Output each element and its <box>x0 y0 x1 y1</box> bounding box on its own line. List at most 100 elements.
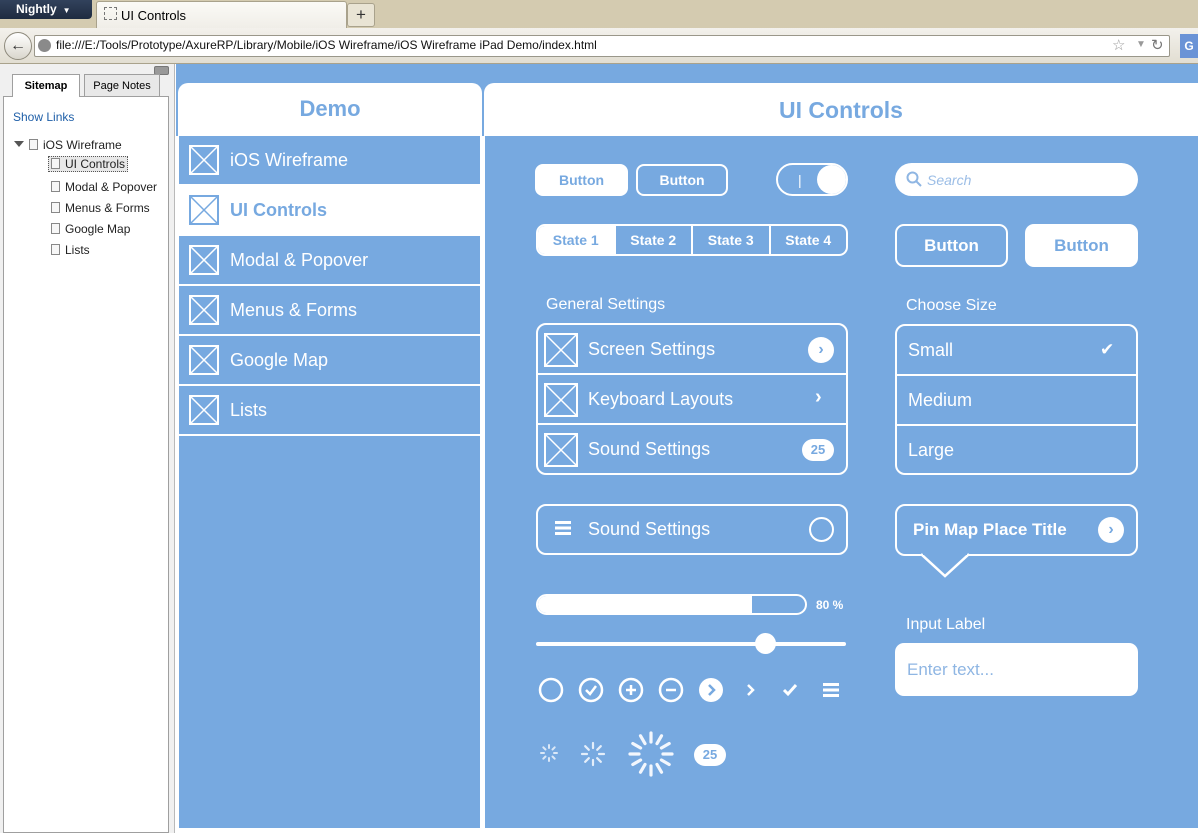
size-option-small[interactable]: Small ✔ <box>897 326 1136 376</box>
button-outline[interactable]: Button <box>636 164 728 196</box>
image-placeholder-icon <box>544 383 578 417</box>
new-tab-button[interactable]: + <box>347 3 375 27</box>
image-placeholder-icon <box>189 245 219 275</box>
tab-title: UI Controls <box>121 8 187 23</box>
general-settings-group: Screen Settings › Keyboard Layouts › Sou… <box>536 323 848 475</box>
callout-pointer <box>921 552 969 578</box>
search-placeholder: Search <box>927 172 972 188</box>
tree-label: Modal & Popover <box>65 180 158 194</box>
tab-sitemap[interactable]: Sitemap <box>12 74 80 97</box>
image-placeholder-icon <box>189 395 219 425</box>
url-text[interactable]: file:///E:/Tools/Prototype/AxureRP/Libra… <box>56 38 597 52</box>
segment-state-3[interactable]: State 3 <box>691 226 769 254</box>
slider-thumb[interactable] <box>754 633 776 654</box>
row-screen-settings[interactable]: Screen Settings › <box>538 325 846 375</box>
tree-item-ui-controls[interactable]: UI Controls <box>48 156 129 172</box>
checkmark-icon[interactable] <box>778 677 804 703</box>
circle-chevron-right-icon[interactable] <box>698 677 724 703</box>
row-sound-settings[interactable]: Sound Settings 25 <box>538 425 846 473</box>
reload-icon[interactable]: ↻ <box>1151 36 1164 54</box>
page-icon <box>104 7 117 20</box>
row-sound-settings-2[interactable]: Sound Settings <box>538 506 846 553</box>
large-button-outline[interactable]: Button <box>895 224 1008 267</box>
size-option-large[interactable]: Large <box>897 426 1136 473</box>
back-arrow-icon: ← <box>10 37 26 54</box>
row-keyboard-layouts[interactable]: Keyboard Layouts › <box>538 375 846 425</box>
chevron-right-icon[interactable] <box>738 677 764 703</box>
nav-item-ios-wireframe[interactable]: iOS Wireframe <box>179 136 480 186</box>
checkmark-icon: ✔ <box>1100 340 1115 359</box>
pin-disclosure-button-icon[interactable]: › <box>1098 517 1124 543</box>
list-menu-icon[interactable] <box>818 677 844 703</box>
page-doc-icon <box>51 158 60 169</box>
circle-check-icon[interactable] <box>578 677 604 703</box>
count-badge: 25 <box>802 439 834 461</box>
tree-label: iOS Wireframe <box>43 138 122 152</box>
nightly-menu-button[interactable]: Nightly ▼ <box>0 0 92 19</box>
general-settings-label: General Settings <box>546 296 666 313</box>
tree-item-modal-popover[interactable]: Modal & Popover <box>51 180 157 194</box>
nav-item-menus-forms[interactable]: Menus & Forms <box>179 286 480 336</box>
tab-page-notes[interactable]: Page Notes <box>84 74 160 97</box>
globe-icon <box>38 39 51 52</box>
dropdown-arrow-icon: ▼ <box>62 6 71 15</box>
google-search-icon[interactable]: G <box>1180 34 1198 58</box>
page-doc-icon <box>51 202 60 213</box>
bottom-border <box>176 828 1198 833</box>
segment-state-1[interactable]: State 1 <box>538 226 614 254</box>
back-button[interactable]: ← <box>4 32 32 60</box>
progress-text: 80 % <box>816 598 844 612</box>
tree-label: UI Controls <box>65 157 126 171</box>
slider-track[interactable] <box>536 642 846 646</box>
bookmark-star-icon[interactable]: ☆ <box>1112 36 1125 54</box>
tree-label: Google Map <box>65 222 131 236</box>
page-doc-icon <box>29 139 38 150</box>
nav-item-google-map[interactable]: Google Map <box>179 336 480 386</box>
large-button-filled[interactable]: Button <box>1025 224 1138 267</box>
tree-item-lists[interactable]: Lists <box>51 243 90 257</box>
segment-state-4[interactable]: State 4 <box>768 226 847 254</box>
circle-empty-icon[interactable] <box>538 677 564 703</box>
segment-state-2[interactable]: State 2 <box>613 226 692 254</box>
disclosure-button-icon[interactable]: › <box>808 337 834 363</box>
page-doc-icon <box>51 223 60 234</box>
nav-item-modal-popover[interactable]: Modal & Popover <box>179 236 480 286</box>
input-placeholder: Enter text... <box>907 660 994 679</box>
tree-item-ios-wireframe[interactable]: iOS Wireframe <box>29 138 122 152</box>
browser-tab[interactable]: UI Controls <box>96 1 347 28</box>
image-placeholder-icon <box>189 345 219 375</box>
segmented-control[interactable]: State 1 State 2 State 3 State 4 <box>536 224 848 256</box>
list-menu-icon <box>555 521 571 535</box>
choose-size-label: Choose Size <box>906 297 997 314</box>
circle-plus-icon[interactable] <box>618 677 644 703</box>
history-dropdown-icon[interactable]: ▼ <box>1136 39 1146 50</box>
size-label: Small <box>908 340 954 360</box>
spinner-small-icon <box>540 744 558 762</box>
tree-label: Menus & Forms <box>65 201 150 215</box>
spinner-medium-icon <box>580 741 606 767</box>
image-placeholder-icon <box>189 195 219 225</box>
pin-title: Pin Map Place Title <box>913 520 1067 539</box>
row-label: Sound Settings <box>588 439 711 459</box>
circle-minus-icon[interactable] <box>658 677 684 703</box>
input-label: Input Label <box>906 616 986 633</box>
progress-fill <box>538 596 752 613</box>
nav-label: Modal & Popover <box>230 250 369 270</box>
image-placeholder-icon <box>189 145 219 175</box>
radio-circle-icon[interactable] <box>809 517 834 542</box>
page-doc-icon <box>51 181 60 192</box>
search-icon <box>906 171 922 187</box>
nav-item-lists[interactable]: Lists <box>179 386 480 436</box>
toggle-on-mark: | <box>798 172 802 188</box>
size-option-medium[interactable]: Medium <box>897 376 1136 426</box>
expand-triangle-icon[interactable] <box>14 141 24 147</box>
sound-settings-row-group[interactable]: Sound Settings <box>536 504 848 555</box>
button-filled[interactable]: Button <box>535 164 628 196</box>
nav-label: Lists <box>230 400 268 420</box>
nav-item-ui-controls[interactable]: UI Controls <box>179 186 480 236</box>
show-links-link[interactable]: Show Links <box>13 110 74 124</box>
image-placeholder-icon <box>544 433 578 467</box>
tree-item-google-map[interactable]: Google Map <box>51 222 130 236</box>
toggle-knob[interactable] <box>817 165 846 194</box>
tree-item-menus-forms[interactable]: Menus & Forms <box>51 201 150 215</box>
